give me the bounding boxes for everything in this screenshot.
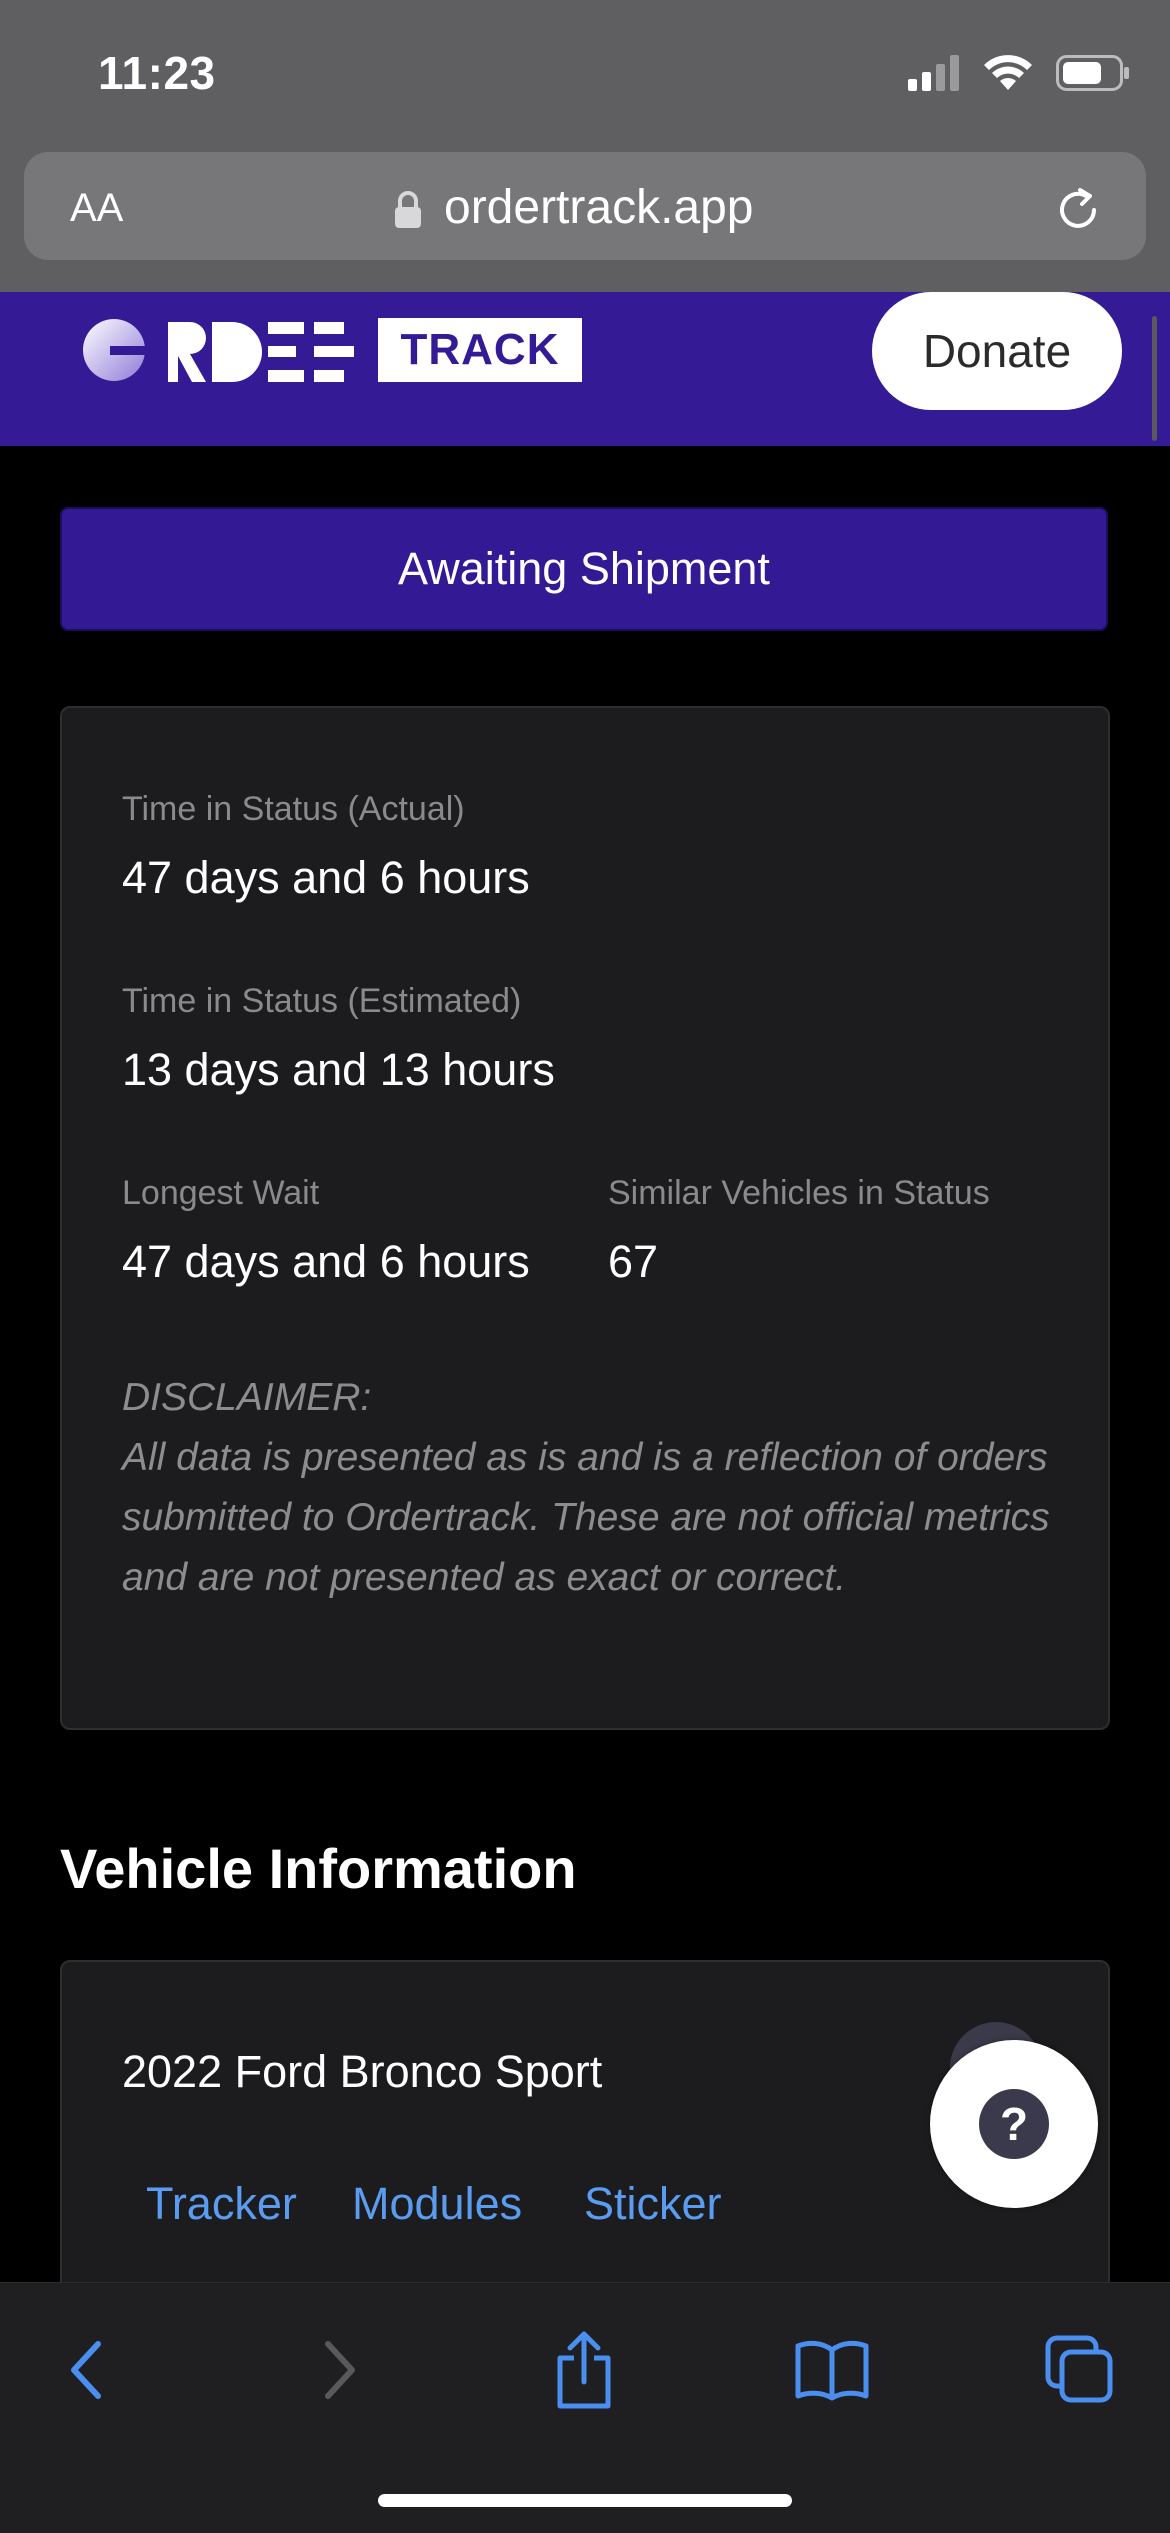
- bookmarks-icon[interactable]: [782, 2320, 882, 2420]
- home-indicator[interactable]: [378, 2494, 792, 2507]
- longest-wait-label: Longest Wait: [122, 1174, 320, 1212]
- battery-icon: [1056, 55, 1130, 96]
- donate-button[interactable]: Donate: [872, 292, 1122, 410]
- cellular-signal-icon: [908, 55, 960, 96]
- share-icon[interactable]: [534, 2320, 634, 2420]
- back-icon[interactable]: [36, 2320, 136, 2420]
- help-icon: ?: [979, 2089, 1049, 2159]
- disclaimer-text: All data is presented as is and is a ref…: [122, 1436, 1050, 1599]
- time-actual-value: 47 days and 6 hours: [122, 852, 530, 903]
- vehicle-name: 2022 Ford Bronco Sport: [122, 2046, 603, 2097]
- time-actual-label: Time in Status (Actual): [122, 790, 465, 828]
- longest-wait-value: 47 days and 6 hours: [122, 1236, 530, 1287]
- help-button[interactable]: ?: [930, 2040, 1098, 2208]
- time-estimated-label: Time in Status (Estimated): [122, 982, 522, 1020]
- reload-icon[interactable]: [1050, 182, 1106, 243]
- disclaimer: DISCLAIMER: All data is presented as is …: [122, 1368, 1062, 1608]
- similar-vehicles-label: Similar Vehicles in Status: [608, 1174, 990, 1212]
- logo-track-badge: TRACK: [378, 318, 582, 382]
- wifi-icon: [982, 54, 1034, 97]
- lock-icon: [393, 190, 423, 235]
- tracker-link[interactable]: Tracker: [146, 2178, 297, 2230]
- modules-link[interactable]: Modules: [352, 2178, 522, 2230]
- disclaimer-title: DISCLAIMER:: [122, 1376, 372, 1419]
- status-time: 11:23: [98, 47, 216, 99]
- forward-icon[interactable]: [290, 2320, 390, 2420]
- vehicle-info-heading: Vehicle Information: [60, 1837, 577, 1900]
- sticker-link[interactable]: Sticker: [584, 2178, 722, 2230]
- scrollbar-thumb[interactable]: [1152, 316, 1157, 441]
- order-status-button[interactable]: Awaiting Shipment: [60, 507, 1108, 631]
- url-text[interactable]: ordertrack.app: [444, 180, 754, 235]
- ordertrack-logo[interactable]: [82, 318, 382, 393]
- similar-vehicles-value: 67: [608, 1236, 659, 1287]
- tabs-icon[interactable]: [1030, 2320, 1130, 2420]
- time-estimated-value: 13 days and 13 hours: [122, 1044, 555, 1095]
- status-icons: [908, 54, 1130, 97]
- text-size-button[interactable]: AA: [70, 186, 123, 231]
